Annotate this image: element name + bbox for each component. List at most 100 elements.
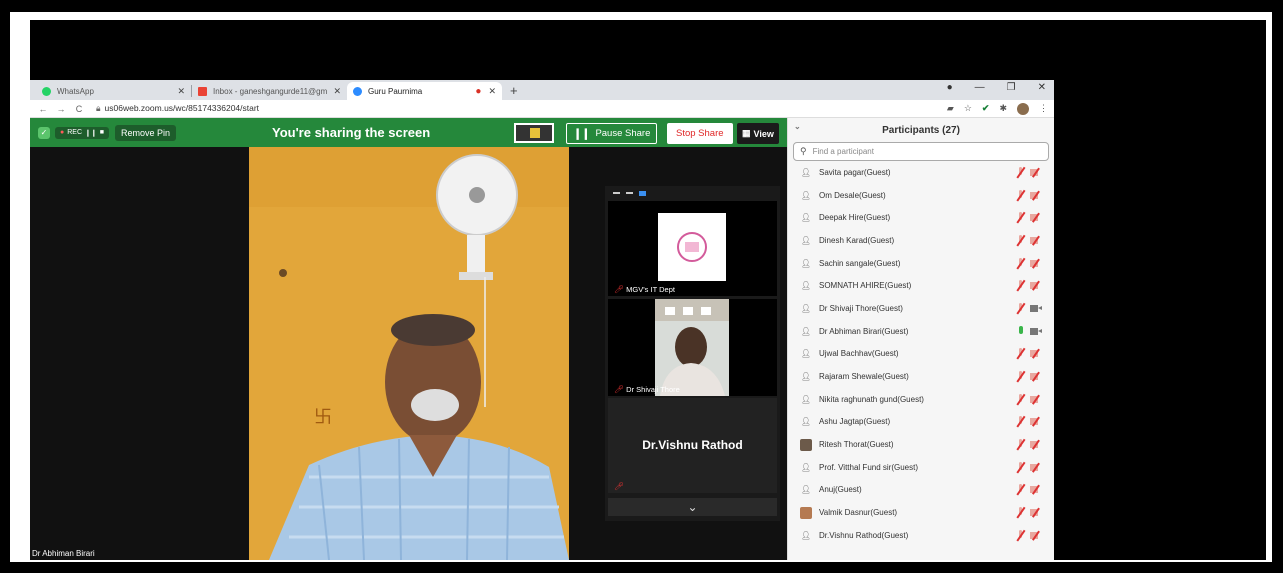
url-field[interactable]: 🔒︎ us06web.zoom.us/wc/85174336204/start [96, 103, 259, 114]
grid-icon: ▦ [742, 128, 751, 138]
shared-screen-thumbnail[interactable] [514, 123, 554, 143]
puzzle-extension-icon[interactable]: ✱ [999, 103, 1007, 114]
menu-dots-icon[interactable]: ⋮ [1039, 103, 1048, 114]
stop-record-icon[interactable]: ■ [100, 129, 104, 136]
participant-row[interactable]: 👤︎ Dr Abhiman Birari(Guest) [788, 320, 1054, 343]
zoom-icon [353, 86, 362, 96]
tile-name-text: Dr Shivaji Thore [626, 385, 680, 394]
participant-row[interactable]: Ritesh Thorat(Guest) [788, 433, 1054, 456]
participant-row[interactable]: 👤︎ SOMNATH AHIRE(Guest) [788, 274, 1054, 297]
minimize-icon[interactable]: — [975, 82, 985, 93]
stop-share-button[interactable]: Stop Share [667, 123, 733, 144]
participant-row[interactable]: 👤︎ Ashu Jagtap(Guest) [788, 411, 1054, 434]
camera-off-icon [1030, 418, 1042, 426]
participant-row[interactable]: 👤︎ Nikita raghunath gund(Guest) [788, 388, 1054, 411]
participant-name: Ashu Jagtap(Guest) [819, 417, 891, 427]
mic-muted-icon: 🎤︎ [614, 385, 625, 394]
user-icon: 👤︎ [800, 394, 812, 404]
participant-row[interactable]: 👤︎ Prof. Vitthal Fund sir(Guest) [788, 456, 1054, 479]
close-icon[interactable]: ✕ [333, 86, 341, 97]
new-tab-button[interactable]: + [502, 82, 526, 100]
user-icon: 👤︎ [800, 530, 812, 540]
tile-name-text: MGV's IT Dept [626, 285, 675, 294]
participant-row[interactable]: 👤︎ Ujwal Bachhav(Guest) [788, 343, 1054, 366]
participants-panel: ⌄ Participants (27) ⚲ Find a participant… [787, 118, 1054, 560]
camera-off-icon [1030, 509, 1042, 517]
video-tile[interactable]: 🎤︎ MGV's IT Dept [608, 201, 777, 296]
participant-row[interactable]: 👤︎ Rajaram Shewale(Guest) [788, 365, 1054, 388]
url-text: us06web.zoom.us/wc/85174336204/start [104, 103, 260, 113]
participant-row[interactable]: 👤︎ Savita pagar(Guest) [788, 161, 1054, 184]
participant-row[interactable]: 👤︎ Dr Shivaji Thore(Guest) [788, 297, 1054, 320]
camera-off-icon [1030, 236, 1042, 244]
participant-row[interactable]: 👤︎ Dinesh Karad(Guest) [788, 229, 1054, 252]
recording-indicator[interactable]: ● REC ❙❙ ■ [55, 126, 109, 139]
participant-row[interactable]: Valmik Dasnur(Guest) [788, 501, 1054, 524]
participant-row[interactable]: 👤︎ Dr.Vishnu Rathod(Guest) [788, 524, 1054, 547]
check-extension-icon[interactable]: ✔ [982, 103, 990, 114]
maximize-icon[interactable]: ❐ [1007, 82, 1016, 93]
camera-off-icon [1030, 531, 1042, 539]
camera-off-icon [1030, 282, 1042, 290]
participant-row[interactable]: 👤︎ Om Desale(Guest) [788, 184, 1054, 207]
video-tile[interactable]: Dr.Vishnu Rathod 🎤︎ [608, 398, 777, 493]
chevron-down-icon[interactable]: ⌄ [794, 122, 801, 131]
whatsapp-icon [42, 86, 51, 96]
participant-name: Valmik Dasnur(Guest) [819, 508, 898, 518]
participant-name: Om Desale(Guest) [819, 190, 886, 200]
participants-list: 👤︎ Savita pagar(Guest) 👤︎ Om Desale(Guest) 👤… [788, 161, 1054, 547]
college-logo-image [658, 213, 726, 281]
user-icon: 👤︎ [800, 349, 812, 359]
participant-name: Nikita raghunath gund(Guest) [819, 394, 924, 404]
back-arrow-icon[interactable]: ← [36, 104, 50, 114]
share-toolbar: ✓ ● REC ❙❙ ■ Remove Pin You're sharing the … [30, 118, 787, 147]
close-window-icon[interactable]: ✕ [1038, 82, 1046, 93]
pause-record-icon[interactable]: ❙❙ [85, 129, 97, 137]
forward-arrow-icon[interactable]: → [54, 104, 68, 114]
participant-status [1016, 257, 1042, 269]
participant-name: Savita pagar(Guest) [819, 167, 891, 177]
user-icon: 👤︎ [800, 235, 812, 245]
shield-icon[interactable]: ✓ [38, 126, 50, 139]
remove-pin-button[interactable]: Remove Pin [114, 124, 177, 141]
tab-gmail[interactable]: Inbox - ganeshgangurde11@gm ✕ [192, 82, 347, 100]
star-icon[interactable]: ☆ [964, 103, 972, 114]
participant-row[interactable]: 👤︎ Deepak Hire(Guest) [788, 206, 1054, 229]
user-icon: 👤︎ [800, 190, 812, 200]
search-input[interactable]: ⚲ Find a participant [793, 142, 1049, 161]
participant-name: Ujwal Bachhav(Guest) [819, 349, 899, 359]
participants-title: Participants (27) [882, 124, 960, 136]
user-icon: 👤︎ [800, 462, 812, 472]
avatar[interactable] [1017, 102, 1029, 115]
tab-whatsapp[interactable]: WhatsApp ✕ [36, 82, 191, 100]
main-speaker-video[interactable]: 卐 [249, 147, 569, 560]
profile-icon[interactable]: ● [947, 82, 953, 93]
mic-muted-icon [1016, 416, 1025, 427]
mic-muted-icon [1016, 484, 1025, 495]
cast-icon[interactable]: ▰ [947, 103, 954, 114]
participant-row[interactable]: 👤︎ Sachin sangale(Guest) [788, 252, 1054, 275]
video-tile[interactable]: 🎤︎ Dr Shivaji Thore [608, 299, 777, 396]
pause-share-button[interactable]: ❙❙ Pause Share [566, 123, 658, 144]
toolbar-icons: ▰ ☆ ✔ ✱ ⋮ [947, 102, 1048, 115]
mic-muted-icon: 🎤︎ [614, 482, 625, 491]
floating-gallery[interactable]: 🎤︎ MGV's IT Dept 🎤︎ Dr Shivaji Thore Dr.… [605, 186, 780, 521]
mic-muted-icon [1016, 234, 1025, 246]
minimize-gallery-icon[interactable] [613, 192, 620, 194]
camera-off-icon [1030, 463, 1042, 471]
participant-status [1016, 371, 1042, 382]
view-button[interactable]: ▦ View [737, 123, 779, 144]
mic-muted-icon [1016, 280, 1025, 291]
close-icon[interactable]: ✕ [177, 86, 185, 97]
mic-muted-icon [1016, 507, 1025, 518]
camera-off-icon [1030, 191, 1042, 199]
tab-guru-paurnima[interactable]: Guru Paurnima ● ✕ [347, 82, 502, 100]
participant-row[interactable]: 👤︎ Anuj(Guest) [788, 479, 1054, 502]
chevron-down-icon[interactable]: ⌄ [608, 498, 777, 516]
participant-status [1016, 484, 1042, 495]
reload-icon[interactable]: C [72, 104, 86, 114]
close-icon[interactable]: ✕ [488, 86, 496, 97]
hide-video-icon[interactable] [626, 192, 633, 194]
gallery-layout-icon[interactable] [639, 190, 646, 196]
video-area: 卐 Dr Abhiman Birari 🎤︎ MGV's IT Dept 🎤︎ … [30, 147, 787, 560]
